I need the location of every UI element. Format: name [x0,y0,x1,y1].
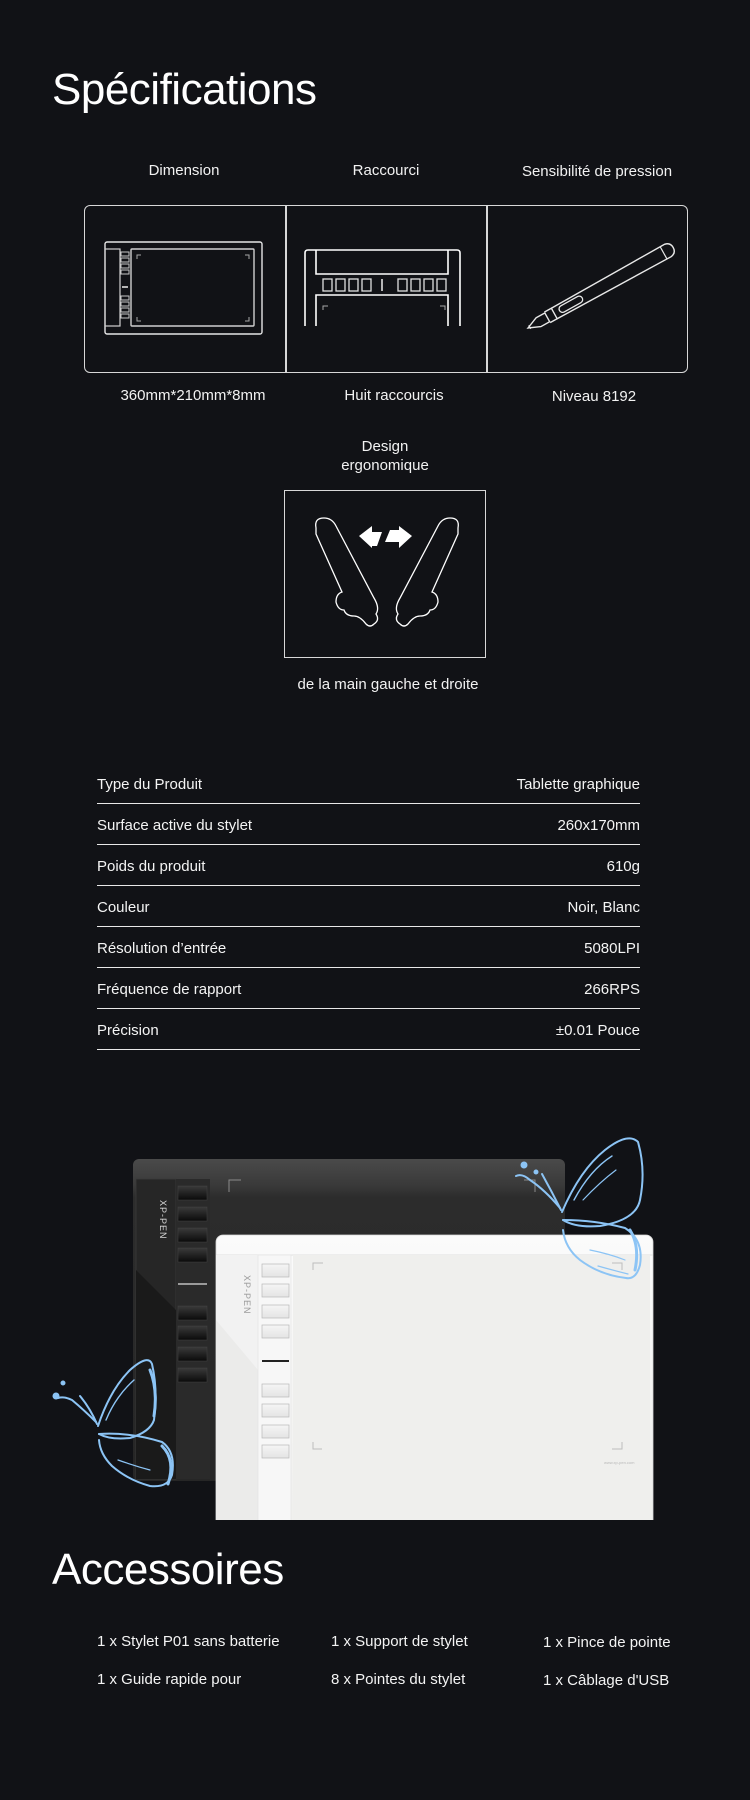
features-divider [486,205,488,373]
feature-value-pressure: Niveau 8192 [551,388,637,405]
white-tablet-brand: XP-PEN [242,1275,252,1315]
features-divider [285,205,287,373]
spec-value: Noir, Blanc [567,898,640,916]
website-text: www.xp-pen.com [604,1460,635,1465]
white-tablet: www.xp-pen.com [215,1234,654,1520]
spec-key: Résolution d’entrée [97,939,227,957]
shortcut-keys-icon [304,249,464,327]
table-row: Précision ±0.01 Pouce [97,1009,640,1050]
black-tablet-brand: XP-PEN [158,1200,168,1240]
spec-key: Type du Produit [97,775,203,793]
tablet-outline-icon [104,241,264,335]
left-right-hand-icon [312,516,462,630]
accessories-title: Accessoires [52,1545,284,1594]
accessory-item: 1 x Stylet P01 sans batterie [97,1633,280,1650]
spec-value: 266RPS [584,980,640,998]
accessory-item: 1 x Câblage d'USB [543,1672,670,1689]
accessory-item: 1 x Support de stylet [331,1633,468,1650]
ergonomic-value: de la main gauche et droite [297,676,479,693]
feature-value-dimension: 360mm*210mm*8mm [120,387,266,404]
specifications-title: Spécifications [52,65,317,114]
feature-label-shortcut: Raccourci [352,162,420,179]
spec-key: Couleur [97,898,150,916]
table-row: Résolution d’entrée 5080LPI [97,927,640,968]
spec-key: Surface active du stylet [97,816,253,834]
ergonomic-label-line2: ergonomique [341,457,429,474]
stylus-pen-icon [526,240,676,330]
spec-value: 260x170mm [557,816,640,834]
accessory-item: 8 x Pointes du stylet [331,1671,466,1688]
accessory-item: 1 x Pince de pointe [543,1634,671,1651]
ergonomic-label-line1: Design [361,438,409,455]
spec-key: Fréquence de rapport [97,980,242,998]
table-row: Type du Produit Tablette graphique [97,763,640,804]
table-row: Surface active du stylet 260x170mm [97,804,640,845]
spec-key: Précision [97,1021,159,1039]
spec-value: 610g [606,857,640,875]
spec-key: Poids du produit [97,857,206,875]
product-image: XP-PEN www.xp-pen.com XP-PEN [0,1070,750,1520]
table-row: Poids du produit 610g [97,845,640,886]
feature-value-shortcut: Huit raccourcis [344,387,444,404]
ergonomic-label: Design ergonomique [285,437,485,475]
feature-label-pressure: Sensibilité de pression [521,163,673,180]
accessory-item: 1 x Guide rapide pour [97,1671,242,1688]
spec-value: Tablette graphique [516,775,640,793]
specs-table: Type du Produit Tablette graphique Surfa… [97,763,640,1050]
spec-value: 5080LPI [584,939,640,957]
table-row: Fréquence de rapport 266RPS [97,968,640,1009]
spec-value: ±0.01 Pouce [555,1021,640,1039]
table-row: Couleur Noir, Blanc [97,886,640,927]
feature-label-dimension: Dimension [148,162,220,179]
